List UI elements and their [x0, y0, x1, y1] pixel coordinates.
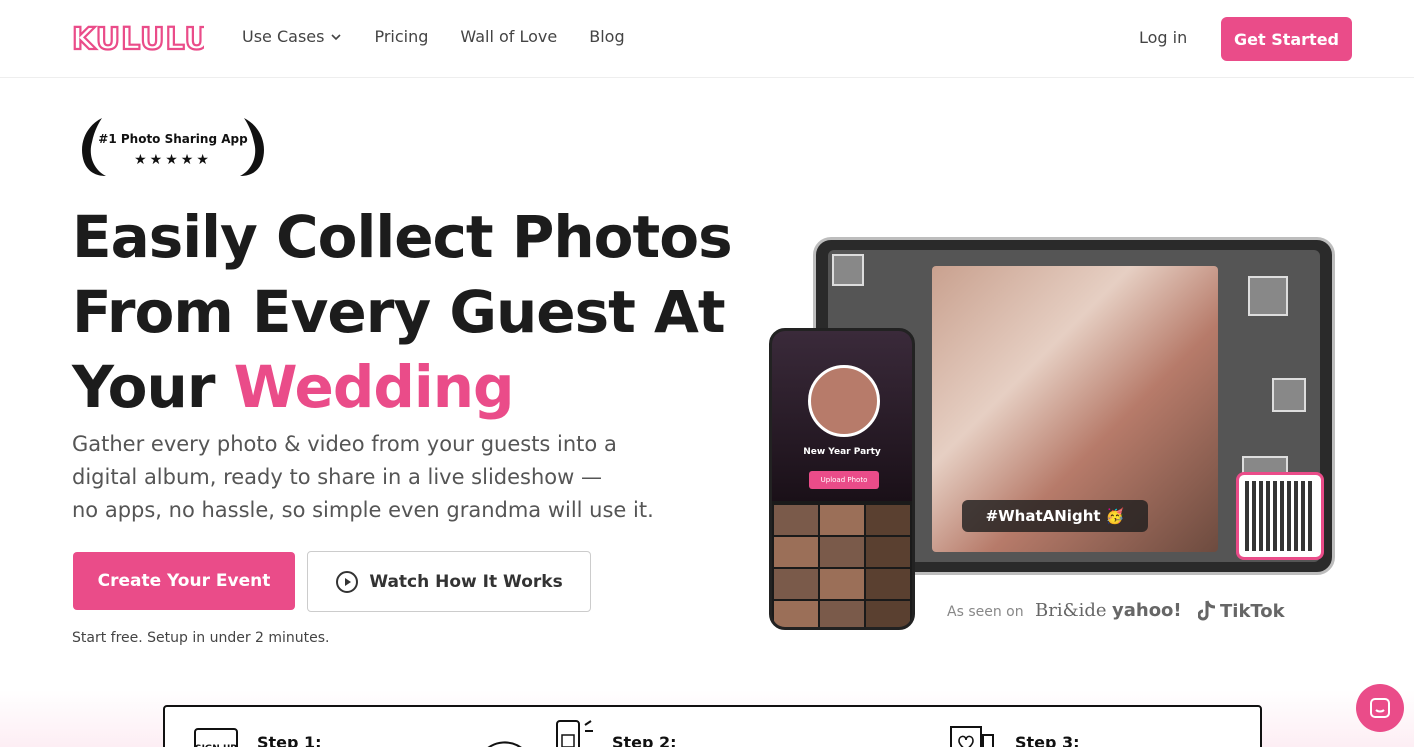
hashtag-banner: #WhatANight 🥳: [962, 500, 1148, 532]
phone-header: New Year Party Upload Photo: [772, 331, 912, 501]
sub-line-3: no apps, no hassle, so simple even grand…: [72, 498, 654, 522]
qr-code: [1236, 472, 1324, 560]
hero-headline: Easily Collect Photos From Every Guest A…: [72, 200, 752, 425]
grid-photo: [774, 505, 818, 535]
steps-panel: SIGN UP Step 1: Step 2: Step 3:: [163, 705, 1262, 747]
watch-how-it-works-button[interactable]: Watch How It Works: [307, 551, 591, 612]
laurel-wreath-icon: [82, 118, 264, 176]
login-link[interactable]: Log in: [1139, 28, 1187, 47]
grid-photo: [820, 601, 864, 627]
grid-photo: [866, 601, 910, 627]
grid-photo: [866, 505, 910, 535]
nav-use-cases[interactable]: Use Cases: [242, 27, 342, 46]
phone-upload-button: Upload Photo: [809, 471, 879, 489]
thumbnail-photo: [832, 254, 864, 286]
badge-title: #1 Photo Sharing App: [98, 132, 248, 146]
grid-photo: [774, 537, 818, 567]
press-brides-logo: Bri&ide: [1035, 600, 1107, 621]
chevron-down-icon: [331, 33, 342, 40]
as-seen-on-label: As seen on: [947, 604, 1024, 620]
press-yahoo-logo: yahoo!: [1112, 600, 1182, 621]
sub-line-1: Gather every photo & video from your gue…: [72, 432, 617, 456]
nav-links: Use Cases Pricing Wall of Love Blog: [242, 27, 625, 46]
headline-line-2: From Every Guest At: [72, 278, 726, 346]
nav-use-cases-label: Use Cases: [242, 27, 325, 46]
nav-wall-of-love[interactable]: Wall of Love: [460, 27, 557, 46]
watch-label: Watch How It Works: [369, 571, 563, 592]
grid-photo: [866, 537, 910, 567]
headline-line-1: Easily Collect Photos: [72, 203, 733, 271]
step-3-label: Step 3:: [1015, 733, 1080, 747]
grid-photo: [820, 569, 864, 599]
photo-frame-icon: [950, 726, 994, 747]
start-free-note: Start free. Setup in under 2 minutes.: [72, 630, 330, 646]
hero-subtitle: Gather every photo & video from your gue…: [72, 428, 712, 527]
nav-pricing[interactable]: Pricing: [374, 27, 428, 46]
phone-mockup: New Year Party Upload Photo: [769, 328, 915, 630]
phone-photo-grid: [774, 505, 910, 627]
grid-photo: [774, 601, 818, 627]
award-badge: #1 Photo Sharing App ★★★★★: [72, 112, 274, 180]
create-event-button[interactable]: Create Your Event: [73, 552, 295, 610]
headline-accent: Wedding: [233, 353, 515, 421]
top-nav: KULULU Use Cases Pricing Wall of Love Bl…: [0, 0, 1414, 78]
svg-text:KULULU: KULULU: [72, 22, 204, 54]
thumbnail-photo: [1272, 378, 1306, 412]
grid-photo: [820, 505, 864, 535]
nav-blog[interactable]: Blog: [589, 27, 624, 46]
headline-line-3-prefix: Your: [72, 353, 234, 421]
get-started-button[interactable]: Get Started: [1221, 17, 1352, 61]
step-2-label: Step 2:: [612, 733, 677, 747]
sign-up-icon: SIGN UP: [194, 728, 238, 747]
grid-photo: [866, 569, 910, 599]
sub-line-2: digital album, ready to share in a live …: [72, 465, 602, 489]
chat-launcher-button[interactable]: [1356, 684, 1404, 732]
curved-arrow-icon: [488, 741, 522, 747]
press-tiktok-logo: TikTok: [1198, 600, 1285, 622]
step-1-label: Step 1:: [257, 733, 322, 747]
badge-stars: ★★★★★: [134, 152, 212, 168]
kululu-logo[interactable]: KULULU: [72, 22, 204, 54]
thumbnail-photo: [1248, 276, 1288, 316]
tiktok-icon: [1198, 600, 1216, 621]
tiktok-label: TikTok: [1220, 600, 1285, 622]
grid-photo: [820, 537, 864, 567]
event-avatar: [808, 365, 880, 437]
grid-photo: [774, 569, 818, 599]
chat-icon: [1370, 698, 1390, 718]
phone-event-title: New Year Party: [803, 447, 881, 457]
phone-qr-icon: [556, 720, 593, 747]
play-circle-icon: [336, 570, 359, 593]
